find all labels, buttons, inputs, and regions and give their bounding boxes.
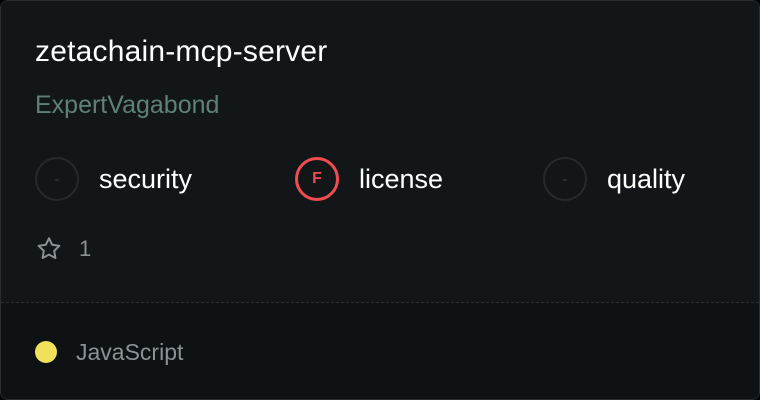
language-color-dot xyxy=(35,341,57,363)
star-count: 1 xyxy=(35,235,91,263)
repo-card[interactable]: zetachain-mcp-server ExpertVagabond - se… xyxy=(0,0,760,400)
language-name: JavaScript xyxy=(76,338,184,365)
license-label: license xyxy=(359,163,444,194)
language-info: JavaScript xyxy=(35,339,183,365)
score-quality: - quality xyxy=(543,155,685,203)
card-footer: JavaScript xyxy=(1,303,759,399)
card-main: zetachain-mcp-server ExpertVagabond - se… xyxy=(1,1,759,302)
repo-title[interactable]: zetachain-mcp-server xyxy=(35,35,327,69)
score-security: - security xyxy=(35,155,192,203)
star-count-value: 1 xyxy=(79,236,92,261)
repo-owner[interactable]: ExpertVagabond xyxy=(35,91,219,120)
quality-grade-badge: - xyxy=(543,157,587,201)
security-label: security xyxy=(99,163,193,194)
quality-label: quality xyxy=(607,163,686,194)
security-grade-badge: - xyxy=(35,157,79,201)
star-outline-icon xyxy=(37,237,61,260)
score-license: F license xyxy=(295,155,443,203)
license-grade-badge: F xyxy=(295,157,339,201)
